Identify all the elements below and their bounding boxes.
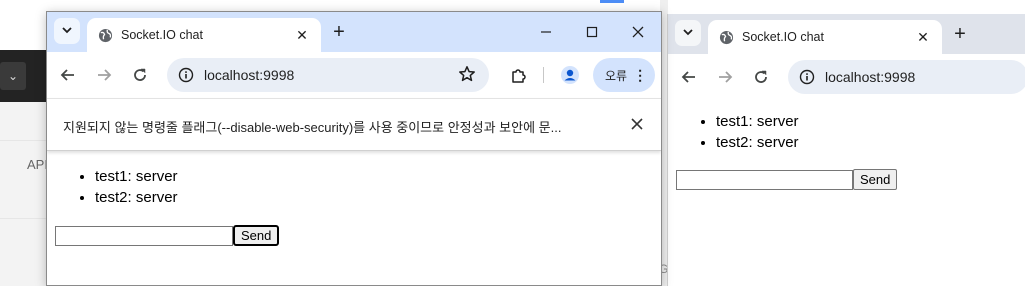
background-divider [0, 140, 50, 141]
background-divider [0, 218, 50, 219]
minimize-icon [541, 31, 551, 33]
messages-list: test1: server test2: server [668, 111, 1025, 153]
globe-icon [97, 27, 113, 43]
message-item: test2: server [95, 187, 661, 208]
back-button[interactable] [677, 65, 701, 89]
message-input[interactable] [676, 169, 853, 190]
messages-list: test1: server test2: server [47, 166, 661, 208]
tab-title: Socket.IO chat [121, 28, 203, 42]
reload-button[interactable] [128, 63, 152, 87]
url-text: localhost:9998 [825, 69, 916, 85]
chat-form: Send [676, 169, 1025, 190]
plus-icon: + [333, 21, 345, 43]
more-vert-icon[interactable]: ⋮ [633, 68, 647, 82]
background-dropdown[interactable]: ⌄ [0, 62, 26, 90]
profile-error-chip[interactable]: 오류 ⋮ [593, 58, 656, 92]
plus-icon: + [954, 23, 966, 45]
new-tab-button[interactable]: + [948, 23, 972, 47]
maximize-icon [586, 26, 598, 38]
chevron-down-icon [61, 24, 73, 39]
minimize-button[interactable] [523, 12, 569, 52]
back-arrow-icon [681, 71, 695, 83]
reload-icon [755, 70, 767, 83]
tab-strip: Socket.IO chat ✕ + [668, 14, 1025, 54]
info-icon[interactable] [798, 68, 816, 86]
bookmark-button[interactable] [456, 63, 478, 85]
star-icon [459, 66, 475, 82]
puzzle-icon [512, 69, 526, 83]
background-header [0, 0, 50, 50]
person-icon [561, 66, 579, 84]
profile-avatar-button[interactable] [558, 63, 582, 87]
toolbar: localhost:9998 오류 ⋮ [47, 52, 661, 98]
reload-icon [134, 68, 146, 81]
tab-title: Socket.IO chat [742, 30, 824, 44]
info-icon[interactable] [177, 66, 195, 84]
send-button[interactable]: Send [853, 169, 898, 190]
maximize-button[interactable] [569, 12, 615, 52]
chat-form: Send [55, 225, 661, 246]
close-icon[interactable] [631, 114, 643, 135]
close-icon [632, 26, 644, 38]
extensions-button[interactable] [507, 63, 531, 87]
tab-search-button[interactable] [675, 20, 701, 46]
new-tab-button[interactable]: + [327, 21, 351, 45]
background-app: ⌄ API [0, 0, 50, 286]
tab-socketio-chat[interactable]: Socket.IO chat ✕ [708, 20, 942, 54]
message-item: test2: server [716, 132, 1025, 153]
background-label: API [27, 157, 48, 172]
address-bar[interactable]: localhost:9998 [167, 58, 489, 92]
page-content: test1: server test2: server Send [668, 100, 1025, 190]
close-icon[interactable]: ✕ [293, 27, 311, 44]
back-button[interactable] [56, 63, 80, 87]
message-input[interactable] [55, 225, 233, 246]
address-bar[interactable]: localhost:9998 [788, 60, 1025, 94]
globe-icon [718, 29, 734, 45]
toolbar: localhost:9998 [668, 54, 1025, 100]
message-item: test1: server [716, 111, 1025, 132]
back-arrow-icon [60, 69, 74, 81]
tab-search-button[interactable] [54, 18, 80, 44]
page-content: test1: server test2: server Send [47, 151, 661, 246]
url-text: localhost:9998 [204, 67, 295, 83]
infobar-message: 지원되지 않는 명령줄 플래그(--disable-web-security)를… [63, 120, 562, 135]
tab-strip: Socket.IO chat ✕ + [47, 12, 661, 52]
forward-arrow-icon [98, 69, 112, 81]
profile-status-label: 오류 [605, 68, 628, 83]
toolbar-separator [543, 67, 544, 83]
background-accent [600, 0, 624, 3]
message-item: test1: server [95, 166, 661, 187]
warning-infobar: 지원되지 않는 명령줄 플래그(--disable-web-security)를… [47, 98, 661, 151]
chevron-down-icon [682, 26, 694, 41]
forward-arrow-icon [719, 71, 733, 83]
close-icon[interactable]: ✕ [914, 29, 932, 46]
send-button[interactable]: Send [233, 225, 280, 246]
window-close-button[interactable] [615, 12, 661, 52]
browser-window-main: Socket.IO chat ✕ + localhost:9998 오류 ⋮ 지… [46, 11, 662, 286]
reload-button[interactable] [749, 65, 773, 89]
forward-button[interactable] [713, 65, 737, 89]
browser-window-right: Socket.IO chat ✕ + localhost:9998 test1:… [667, 14, 1025, 286]
forward-button[interactable] [92, 63, 116, 87]
tab-socketio-chat[interactable]: Socket.IO chat ✕ [87, 18, 321, 52]
